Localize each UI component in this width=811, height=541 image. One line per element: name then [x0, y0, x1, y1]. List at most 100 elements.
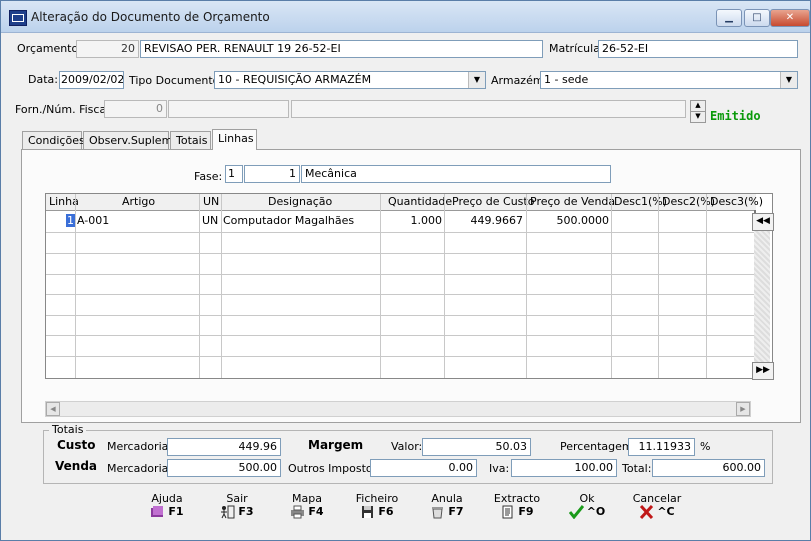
minimize-button[interactable]: ▁	[716, 9, 742, 27]
row-un-cell[interactable]: UN	[202, 214, 218, 227]
ficheiro-button[interactable]: Ficheiro F6	[347, 492, 407, 519]
lines-grid[interactable]: Linha Artigo UN Designação Quantidade Pr…	[45, 193, 773, 379]
row-preco-custo-cell[interactable]: 449.9667	[446, 214, 524, 227]
valor-field[interactable]: 50.03	[422, 438, 531, 456]
column-header[interactable]: Desc2(%)	[662, 195, 715, 208]
mapa-key: F4	[308, 505, 324, 518]
anula-label: Anula	[431, 492, 463, 505]
orcamento-number-field[interactable]: 20	[76, 40, 139, 58]
percentagem-field[interactable]: 11.11933	[628, 438, 695, 456]
fornecedor-nif-field[interactable]	[168, 100, 289, 118]
vertical-scrollbar[interactable]	[754, 231, 770, 363]
spin-down-icon[interactable]: ▼	[690, 111, 706, 123]
grid-header: Linha Artigo UN Designação Quantidade Pr…	[46, 194, 763, 211]
tipo-documento-value: 10 - REQUISIÇÃO ARMAZÉM	[218, 73, 372, 86]
ok-label: Ok	[579, 492, 595, 505]
column-header[interactable]: Desc3(%)	[710, 195, 763, 208]
ficheiro-label: Ficheiro	[355, 492, 399, 505]
column-header[interactable]: Preço de Venda	[530, 195, 615, 208]
total-field[interactable]: 600.00	[652, 459, 765, 477]
data-label: Data:	[28, 73, 58, 86]
scroll-last-button[interactable]: ▶▶	[752, 362, 774, 380]
printer-icon	[291, 505, 305, 519]
valor-label: Valor:	[391, 440, 423, 453]
window-title: Alteração do Documento de Orçamento	[31, 10, 270, 24]
scroll-right-icon[interactable]: ▶	[736, 402, 750, 416]
fornecedor-number-field[interactable]: 0	[104, 100, 167, 118]
fase-code-field[interactable]: 1	[244, 165, 300, 183]
fase-description-field[interactable]: Mecânica	[301, 165, 611, 183]
column-header[interactable]: Preço de Custo	[452, 195, 534, 208]
column-header[interactable]: Artigo	[122, 195, 155, 208]
armazem-value: 1 - sede	[544, 73, 589, 86]
anula-button[interactable]: Anula F7	[417, 492, 477, 519]
column-header[interactable]: Quantidade	[388, 195, 452, 208]
anula-key: F7	[448, 505, 464, 518]
document-icon	[502, 505, 513, 519]
mapa-button[interactable]: Mapa F4	[277, 492, 337, 519]
ajuda-button[interactable]: Ajuda F1	[137, 492, 197, 519]
orcamento-description-field[interactable]: REVISAO PER. RENAULT 19 26-52-EI	[140, 40, 543, 58]
tipo-documento-label: Tipo Documento:	[129, 74, 224, 87]
status-badge: Emitido	[710, 109, 761, 123]
tab-totais[interactable]: Totais	[170, 131, 211, 149]
fase-label: Fase:	[194, 170, 223, 183]
horizontal-scrollbar[interactable]: ◀ ▶	[45, 401, 751, 417]
cancelar-button[interactable]: Cancelar ^C	[627, 492, 687, 519]
extracto-button[interactable]: Extracto F9	[487, 492, 547, 519]
app-icon	[9, 10, 27, 26]
extracto-label: Extracto	[493, 492, 541, 505]
ok-key: ^O	[586, 505, 606, 518]
custo-label: Custo	[57, 438, 96, 452]
column-header[interactable]: Designação	[268, 195, 332, 208]
help-book-icon	[151, 506, 164, 517]
column-header[interactable]: Desc1(%)	[614, 195, 667, 208]
percentagem-label: Percentagem:	[560, 440, 637, 453]
window: Alteração do Documento de Orçamento ▁ □ …	[0, 0, 811, 541]
scroll-left-icon[interactable]: ◀	[46, 402, 60, 416]
exit-door-icon	[221, 505, 235, 519]
close-button[interactable]: ✕	[770, 9, 810, 27]
sair-label: Sair	[226, 492, 248, 505]
armazem-select[interactable]: 1 - sede ▼	[540, 71, 798, 89]
orcamento-label: Orçamento:	[17, 42, 82, 55]
row-line-cell[interactable]: 1	[66, 214, 75, 227]
tab-linhas[interactable]: Linhas	[212, 129, 257, 150]
data-field[interactable]: 2009/02/02	[59, 71, 124, 89]
fase-number-field[interactable]: 1	[225, 165, 243, 183]
totais-title: Totais	[49, 423, 87, 436]
title-bar: Alteração do Documento de Orçamento ▁ □ …	[1, 1, 810, 33]
venda-mercadoria-label: Mercadoria:	[107, 462, 173, 475]
trash-icon	[432, 507, 444, 519]
sair-button[interactable]: Sair F3	[207, 492, 267, 519]
iva-label: Iva:	[489, 462, 510, 475]
scroll-first-button[interactable]: ◀◀	[752, 213, 774, 231]
tipo-documento-select[interactable]: 10 - REQUISIÇÃO ARMAZÉM ▼	[214, 71, 486, 89]
row-quantidade-cell[interactable]: 1.000	[382, 214, 443, 227]
tab-condicoes[interactable]: Condições	[22, 131, 85, 149]
row-preco-venda-cell[interactable]: 500.0000	[528, 214, 610, 227]
margem-label: Margem	[308, 438, 364, 452]
outros-impostos-field[interactable]: 0.00	[370, 459, 477, 477]
ok-button[interactable]: Ok ^O	[557, 492, 617, 519]
mapa-label: Mapa	[292, 492, 322, 505]
row-designacao-cell[interactable]: Computador Magalhães	[223, 214, 354, 227]
ficheiro-key: F6	[378, 505, 394, 518]
column-header[interactable]: UN	[203, 195, 219, 208]
cross-icon	[640, 505, 654, 519]
venda-label: Venda	[55, 459, 97, 473]
chevron-down-icon[interactable]: ▼	[468, 72, 485, 88]
venda-mercadoria-field[interactable]: 500.00	[167, 459, 281, 477]
extracto-key: F9	[518, 505, 534, 518]
ajuda-label: Ajuda	[151, 492, 183, 505]
maximize-button[interactable]: □	[744, 9, 770, 27]
total-label: Total:	[622, 462, 652, 475]
iva-field[interactable]: 100.00	[511, 459, 617, 477]
fornecedor-name-field[interactable]	[291, 100, 686, 118]
chevron-down-icon[interactable]: ▼	[780, 72, 797, 88]
ajuda-key: F1	[168, 505, 184, 518]
row-artigo-cell[interactable]: A-001	[77, 214, 109, 227]
matricula-field[interactable]: 26-52-EI	[598, 40, 798, 58]
custo-mercadoria-field[interactable]: 449.96	[167, 438, 281, 456]
tab-observ-suplem[interactable]: Observ.Suplem.	[83, 131, 176, 149]
